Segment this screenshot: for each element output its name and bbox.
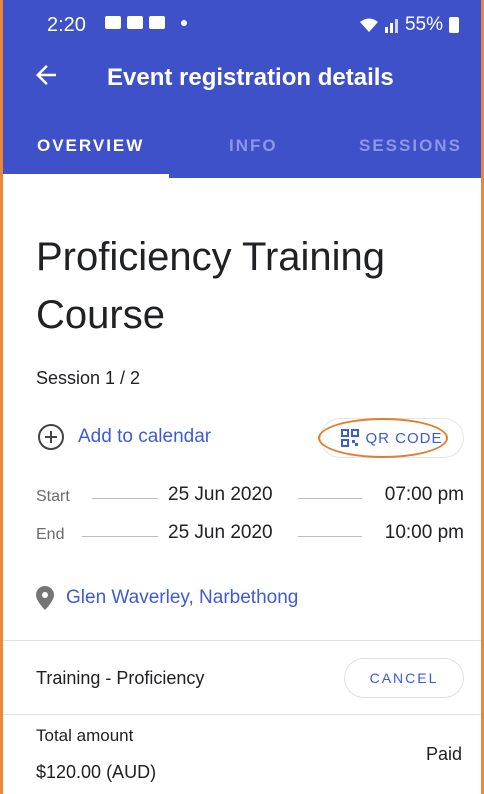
add-to-calendar-link[interactable]: Add to calendar <box>36 422 211 452</box>
tab-sessions[interactable]: SESSIONS <box>359 136 462 156</box>
ticket-name: Training - Proficiency <box>36 668 205 688</box>
tab-info[interactable]: INFO <box>229 136 278 156</box>
battery-icon <box>449 17 459 33</box>
qr-code-label: QR CODE <box>365 429 443 447</box>
cancel-button[interactable]: CANCEL <box>344 658 464 698</box>
start-divider-line <box>92 498 158 499</box>
divider <box>3 640 481 641</box>
start-time: 07:00 pm <box>384 484 464 505</box>
back-arrow-icon[interactable] <box>31 60 61 90</box>
system-icons: 55% <box>359 14 459 36</box>
page-title: Event registration details <box>107 64 394 91</box>
start-divider-line-2 <box>298 498 362 499</box>
tab-indicator <box>3 174 169 178</box>
tab-overview[interactable]: OVERVIEW <box>37 136 144 156</box>
qr-code-icon <box>341 429 360 447</box>
location-label: Glen Waverley, Narbethong <box>66 587 299 608</box>
calendar-icon <box>149 16 165 29</box>
status-bar: 2:20 55% <box>3 0 481 44</box>
location-link[interactable]: Glen Waverley, Narbethong <box>36 586 298 610</box>
image-icon <box>105 16 121 29</box>
notification-icons <box>105 16 187 29</box>
qr-code-button[interactable]: QR CODE <box>320 418 464 458</box>
end-row: End 25 Jun 2020 10:00 pm <box>36 520 464 550</box>
battery-percent: 55% <box>404 14 443 35</box>
add-circle-icon <box>38 424 64 450</box>
mail-icon <box>127 16 143 29</box>
start-date: 25 Jun 2020 <box>168 484 273 505</box>
app-bar: 2:20 55% Event registration details OVER… <box>3 0 481 178</box>
end-date: 25 Jun 2020 <box>168 522 273 543</box>
wifi-icon <box>359 18 378 32</box>
tab-bar: OVERVIEW INFO SESSIONS <box>3 120 481 178</box>
location-pin-icon <box>36 586 54 610</box>
total-amount-value: $120.00 (AUD) <box>36 762 157 782</box>
divider <box>3 714 481 715</box>
end-time: 10:00 pm <box>384 522 464 543</box>
total-amount-label: Total amount <box>36 726 134 745</box>
status-time: 2:20 <box>47 14 86 36</box>
course-title: Proficiency Training Course <box>36 235 386 337</box>
add-to-calendar-label: Add to calendar <box>78 426 212 447</box>
more-dot-icon <box>181 19 187 26</box>
end-divider-line <box>82 536 158 537</box>
start-label: Start <box>36 488 70 505</box>
session-count: Session 1 / 2 <box>36 368 141 388</box>
payment-status: Paid <box>425 744 462 764</box>
toolbar: Event registration details <box>3 54 481 104</box>
end-label: End <box>36 526 65 543</box>
signal-icon <box>384 19 398 33</box>
end-divider-line-2 <box>298 536 362 537</box>
start-row: Start 25 Jun 2020 07:00 pm <box>36 482 464 512</box>
